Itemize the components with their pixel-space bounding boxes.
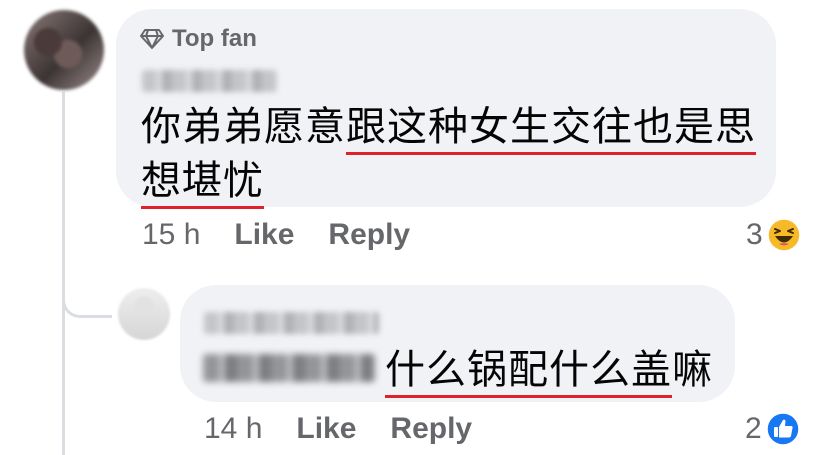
- main-comment-text-underlined-2: 想堪忧: [141, 158, 264, 209]
- top-fan-badge: Top fan: [140, 25, 257, 53]
- main-like-button[interactable]: Like: [234, 218, 294, 252]
- main-comment-text-line2: 想堪忧: [141, 154, 264, 209]
- reply-tagged-user-blurred[interactable]: [203, 354, 375, 382]
- main-reply-button[interactable]: Reply: [328, 218, 410, 252]
- reply-comment-text-underlined: 什么锅配什么盖: [385, 347, 672, 398]
- reply-reaction-count: 2: [745, 412, 762, 445]
- reply-reaction-summary[interactable]: 2: [745, 412, 800, 446]
- main-reaction-count: 3: [746, 218, 763, 251]
- main-reaction-summary[interactable]: 3: [746, 218, 801, 252]
- badge-label: Top fan: [172, 25, 257, 52]
- avatar-reply-commenter[interactable]: [118, 288, 170, 340]
- reply-reply-button[interactable]: Reply: [390, 412, 472, 446]
- reply-like-button[interactable]: Like: [296, 412, 356, 446]
- avatar-main-commenter[interactable]: [24, 10, 104, 90]
- main-comment-actions: 15 h Like Reply: [142, 218, 444, 252]
- reply-comment-text: 什么锅配什么盖嘛: [385, 343, 713, 398]
- diamond-icon: [140, 29, 164, 49]
- reply-comment-timestamp[interactable]: 14 h: [204, 412, 262, 446]
- thread-connector: [62, 290, 112, 318]
- thread-line: [62, 92, 65, 455]
- reply-author-name-blurred[interactable]: [204, 312, 379, 334]
- like-icon: [765, 412, 800, 446]
- main-comment-text-line1: 你弟弟愿意跟这种女生交往也是思: [141, 100, 756, 155]
- main-comment-text-underlined-1: 跟这种女生交往也是思: [346, 104, 756, 155]
- main-comment-timestamp[interactable]: 15 h: [142, 218, 200, 252]
- haha-icon: [766, 218, 801, 252]
- main-author-name-blurred[interactable]: [142, 70, 277, 92]
- reply-comment-actions: 14 h Like Reply: [204, 412, 506, 446]
- reply-comment-text-plain: 嘛: [672, 347, 713, 393]
- main-comment-text-plain: 你弟弟愿意: [141, 104, 346, 150]
